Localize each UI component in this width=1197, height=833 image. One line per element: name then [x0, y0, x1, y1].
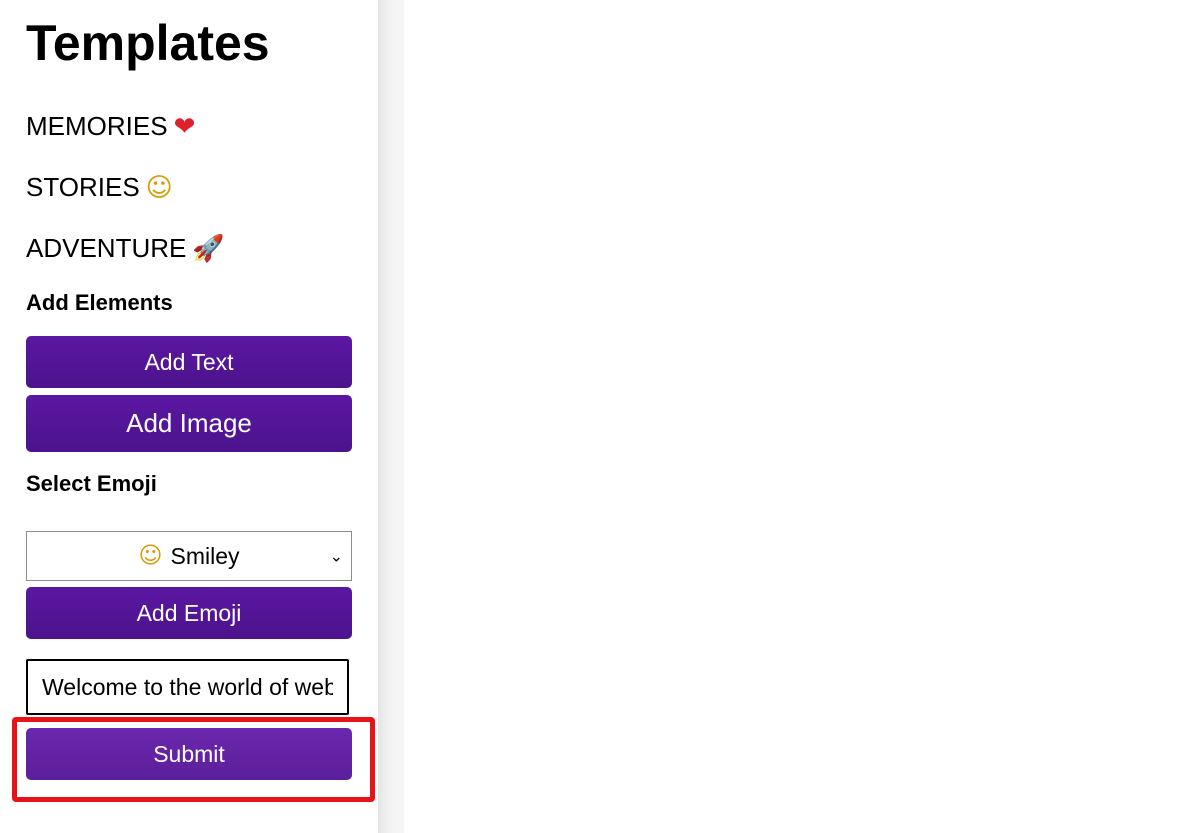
chevron-down-icon: ⌄	[329, 546, 343, 566]
heart-icon: ❤	[173, 112, 196, 142]
sidebar: Templates MEMORIES ❤ STORIES ☺ ADVENTURE 🚀 …	[0, 0, 378, 833]
template-adventure-label: ADVENTURE	[26, 233, 187, 263]
select-emoji-heading: Select Emoji	[26, 471, 157, 496]
divider	[378, 0, 404, 833]
submit-button[interactable]: Submit	[26, 728, 352, 780]
template-stories[interactable]: STORIES ☺	[26, 170, 173, 205]
rocket-icon: 🚀	[192, 234, 225, 264]
smiley-icon: ☺	[138, 543, 163, 569]
template-memories[interactable]: MEMORIES ❤	[26, 109, 195, 144]
emoji-select[interactable]: ☺ Smiley ⌄	[26, 531, 352, 581]
template-adventure[interactable]: ADVENTURE 🚀	[26, 231, 225, 266]
template-stories-label: STORIES	[26, 172, 140, 202]
page-title: Templates	[26, 15, 270, 71]
add-text-button[interactable]: Add Text	[26, 336, 352, 388]
add-image-button[interactable]: Add Image	[26, 395, 352, 452]
add-elements-heading: Add Elements	[26, 290, 173, 315]
canvas-area[interactable]	[404, 0, 1197, 833]
template-memories-label: MEMORIES	[26, 111, 168, 141]
add-emoji-button[interactable]: Add Emoji	[26, 587, 352, 639]
emoji-select-value: Smiley	[170, 542, 240, 569]
text-input[interactable]	[26, 659, 349, 715]
smiley-icon: ☺	[145, 173, 173, 203]
